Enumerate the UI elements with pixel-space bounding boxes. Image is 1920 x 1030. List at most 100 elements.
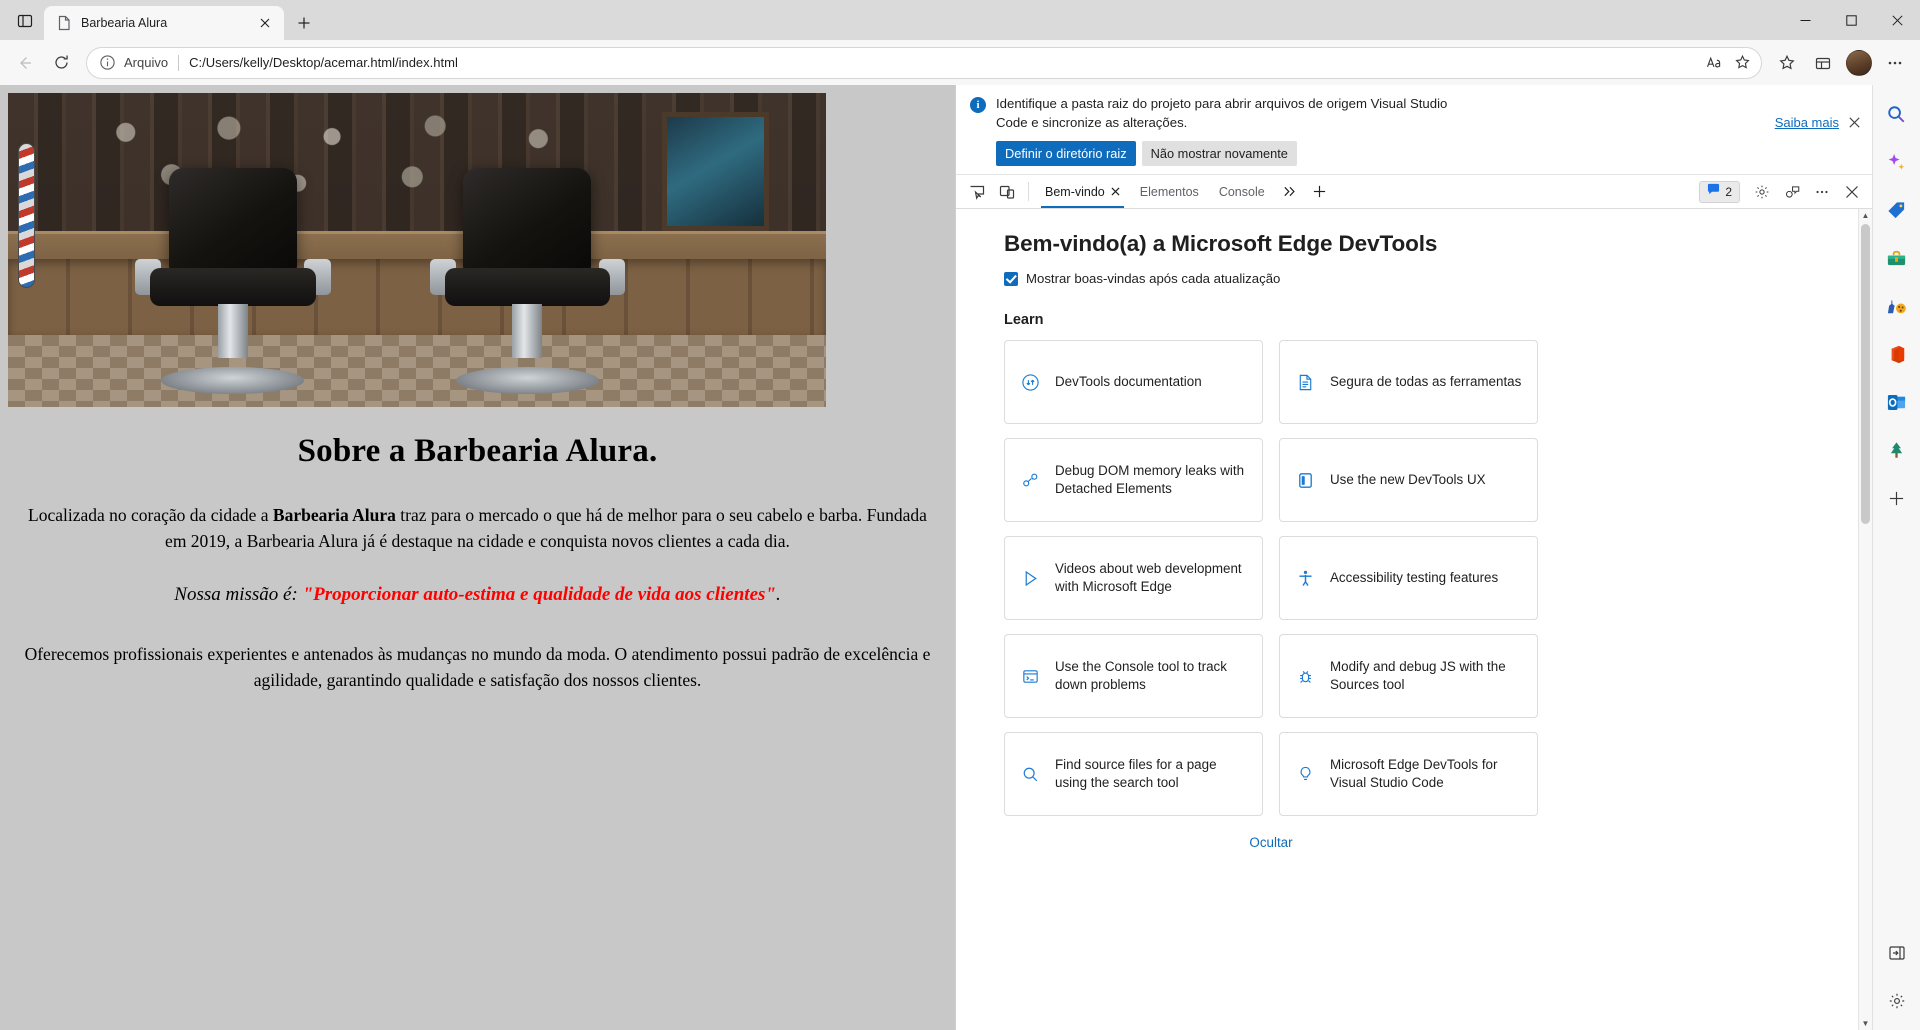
tab-elementos[interactable]: Elementos bbox=[1130, 175, 1209, 208]
feedback-icon[interactable] bbox=[1778, 178, 1806, 206]
add-favorite-icon[interactable] bbox=[1729, 50, 1755, 76]
checkbox-checked-icon[interactable] bbox=[1004, 271, 1018, 286]
reload-icon[interactable] bbox=[44, 46, 78, 80]
browser-window: Barbearia Alura Arquivo C:/Users/kelly/D… bbox=[0, 0, 1920, 1030]
about-paragraph-1: Localizada no coração da cidade a Barbea… bbox=[20, 502, 935, 555]
devtools-toolbar: Bem-vindo Elementos Console 2 bbox=[956, 175, 1872, 210]
learn-card-console-tool[interactable]: Use the Console tool to track down probl… bbox=[1004, 634, 1263, 719]
browser-tab[interactable]: Barbearia Alura bbox=[44, 6, 284, 40]
info-circle-icon[interactable] bbox=[99, 54, 117, 72]
outlook-icon[interactable] bbox=[1880, 387, 1914, 417]
about-paragraph-2: Oferecemos profissionais experientes e a… bbox=[24, 644, 931, 691]
settings-more-icon[interactable] bbox=[1878, 46, 1912, 80]
add-sidebar-icon[interactable] bbox=[1880, 483, 1914, 513]
mission-statement: Nossa missão é: "Proporcionar auto-estim… bbox=[20, 581, 935, 610]
barber-chair bbox=[429, 168, 626, 395]
chevron-double-right-icon[interactable] bbox=[1275, 175, 1305, 208]
learn-heading: Learn bbox=[1004, 312, 1044, 329]
brand-name-bold: Barbearia Alura bbox=[272, 505, 396, 525]
learn-card-search-tool[interactable]: Find source files for a page using the s… bbox=[1004, 732, 1263, 817]
omnibox-divider bbox=[178, 54, 180, 71]
lightbulb-icon bbox=[1294, 765, 1316, 784]
expand-sidebar-icon[interactable] bbox=[1880, 938, 1914, 968]
gear-icon[interactable] bbox=[1748, 178, 1776, 206]
favorites-icon[interactable] bbox=[1770, 46, 1804, 80]
page-title: Sobre a Barbearia Alura. bbox=[297, 433, 658, 469]
card-label: Microsoft Edge DevTools for Visual Studi… bbox=[1330, 756, 1498, 791]
tab-console[interactable]: Console bbox=[1209, 175, 1275, 208]
learn-more-link[interactable]: Saiba mais bbox=[1775, 115, 1839, 130]
card-label: Use the new DevTools UX bbox=[1330, 472, 1486, 488]
sidebar-settings-icon[interactable] bbox=[1880, 986, 1914, 1016]
office-icon[interactable] bbox=[1880, 339, 1914, 369]
card-label: Segura de todas as ferramentas bbox=[1330, 374, 1522, 390]
devtools-scrollbar[interactable]: ▲ ▼ bbox=[1858, 209, 1872, 1030]
learn-card-vscode-devtools[interactable]: Microsoft Edge DevTools for Visual Studi… bbox=[1279, 732, 1538, 817]
mission-quote: "Proporcionar auto-estima e qualidade de… bbox=[302, 583, 776, 605]
accessibility-person-icon bbox=[1294, 569, 1316, 588]
tab-label: Console bbox=[1218, 184, 1265, 199]
learn-card-new-devtools-ux[interactable]: Use the new DevTools UX bbox=[1279, 438, 1538, 523]
learn-card-grid: DevTools documentation Segura de todas a… bbox=[1004, 340, 1538, 817]
scroll-up-arrow-icon[interactable]: ▲ bbox=[1862, 209, 1870, 222]
hide-welcome-link-wrapper: Ocultar bbox=[1004, 834, 1538, 852]
shopping-tag-icon[interactable] bbox=[1880, 195, 1914, 225]
tab-close-icon[interactable] bbox=[254, 12, 276, 34]
document-list-icon bbox=[1294, 373, 1316, 392]
copilot-sparkle-icon[interactable] bbox=[1880, 147, 1914, 177]
set-root-directory-button[interactable]: Definir o diretório raiz bbox=[996, 141, 1136, 167]
new-tab-button[interactable] bbox=[288, 8, 320, 38]
devtools-toolbar-right: 2 bbox=[1699, 175, 1872, 208]
back-arrow-icon[interactable] bbox=[8, 46, 42, 80]
notification-text: Identifique a pasta raiz do projeto para… bbox=[996, 96, 1448, 130]
card-label: Find source files for a page using the s… bbox=[1055, 756, 1217, 791]
maximize-button[interactable] bbox=[1828, 0, 1874, 40]
profile-avatar-image[interactable] bbox=[1846, 49, 1872, 76]
close-icon[interactable] bbox=[1849, 117, 1860, 128]
search-icon bbox=[1019, 765, 1041, 784]
tree-icon[interactable] bbox=[1880, 435, 1914, 465]
inspect-element-icon[interactable] bbox=[962, 175, 992, 208]
close-devtools-icon[interactable] bbox=[1838, 178, 1866, 206]
learn-card-segura-ferramentas[interactable]: Segura de todas as ferramentas bbox=[1279, 340, 1538, 425]
url-text[interactable]: C:/Users/kelly/Desktop/acemar.html/index… bbox=[189, 55, 1701, 70]
minimize-button[interactable] bbox=[1782, 0, 1828, 40]
learn-card-sources-tool[interactable]: Modify and debug JS with the Sources too… bbox=[1279, 634, 1538, 719]
omnibox-actions bbox=[1701, 50, 1755, 76]
search-icon[interactable] bbox=[1880, 99, 1914, 129]
show-welcome-checkbox[interactable]: Mostrar boas-vindas após cada atualizaçã… bbox=[1004, 271, 1538, 286]
issues-button[interactable]: 2 bbox=[1699, 180, 1740, 203]
learn-card-videos-web-development[interactable]: Videos about web development with Micros… bbox=[1004, 536, 1263, 621]
document-icon bbox=[56, 15, 72, 31]
scrollbar-thumb[interactable] bbox=[1861, 224, 1870, 525]
tab-close-icon[interactable] bbox=[1111, 185, 1120, 198]
tools-toolbox-icon[interactable] bbox=[1880, 243, 1914, 273]
add-tool-plus-icon[interactable] bbox=[1305, 175, 1335, 208]
device-emulation-icon[interactable] bbox=[992, 175, 1022, 208]
welcome-panel: Bem-vindo(a) a Microsoft Edge DevTools M… bbox=[956, 231, 1576, 852]
navigation-toolbar: Arquivo C:/Users/kelly/Desktop/acemar.ht… bbox=[0, 40, 1920, 85]
scroll-down-arrow-icon[interactable]: ▼ bbox=[1862, 1017, 1870, 1030]
learn-card-devtools-documentation[interactable]: DevTools documentation bbox=[1004, 340, 1263, 425]
devtools-notification-bar: i Identifique a pasta raiz do projeto pa… bbox=[956, 85, 1872, 176]
read-aloud-icon[interactable] bbox=[1701, 50, 1727, 76]
layout-panel-icon bbox=[1294, 471, 1316, 490]
address-bar[interactable]: Arquivo C:/Users/kelly/Desktop/acemar.ht… bbox=[86, 46, 1762, 79]
ellipsis-icon[interactable] bbox=[1808, 178, 1836, 206]
notification-right-actions: Saiba mais bbox=[1775, 115, 1860, 130]
avatar[interactable] bbox=[1842, 46, 1876, 80]
play-triangle-icon bbox=[1019, 569, 1041, 588]
url-scheme-label: Arquivo bbox=[124, 55, 169, 70]
hide-welcome-link[interactable]: Ocultar bbox=[1249, 835, 1292, 850]
games-icon[interactable] bbox=[1880, 291, 1914, 321]
learn-card-detached-elements[interactable]: Debug DOM memory leaks with Detached Ele… bbox=[1004, 438, 1263, 523]
dont-show-again-button[interactable]: Não mostrar novamente bbox=[1141, 141, 1297, 167]
collections-icon[interactable] bbox=[1806, 46, 1840, 80]
tab-actions-icon[interactable] bbox=[6, 4, 44, 38]
bug-icon bbox=[1294, 667, 1316, 686]
close-window-button[interactable] bbox=[1874, 0, 1920, 40]
tab-bem-vindo[interactable]: Bem-vindo bbox=[1035, 175, 1130, 209]
learn-card-accessibility-testing[interactable]: Accessibility testing features bbox=[1279, 536, 1538, 621]
mission-prefix: Nossa missão é: bbox=[174, 583, 303, 605]
issues-count: 2 bbox=[1725, 184, 1732, 199]
